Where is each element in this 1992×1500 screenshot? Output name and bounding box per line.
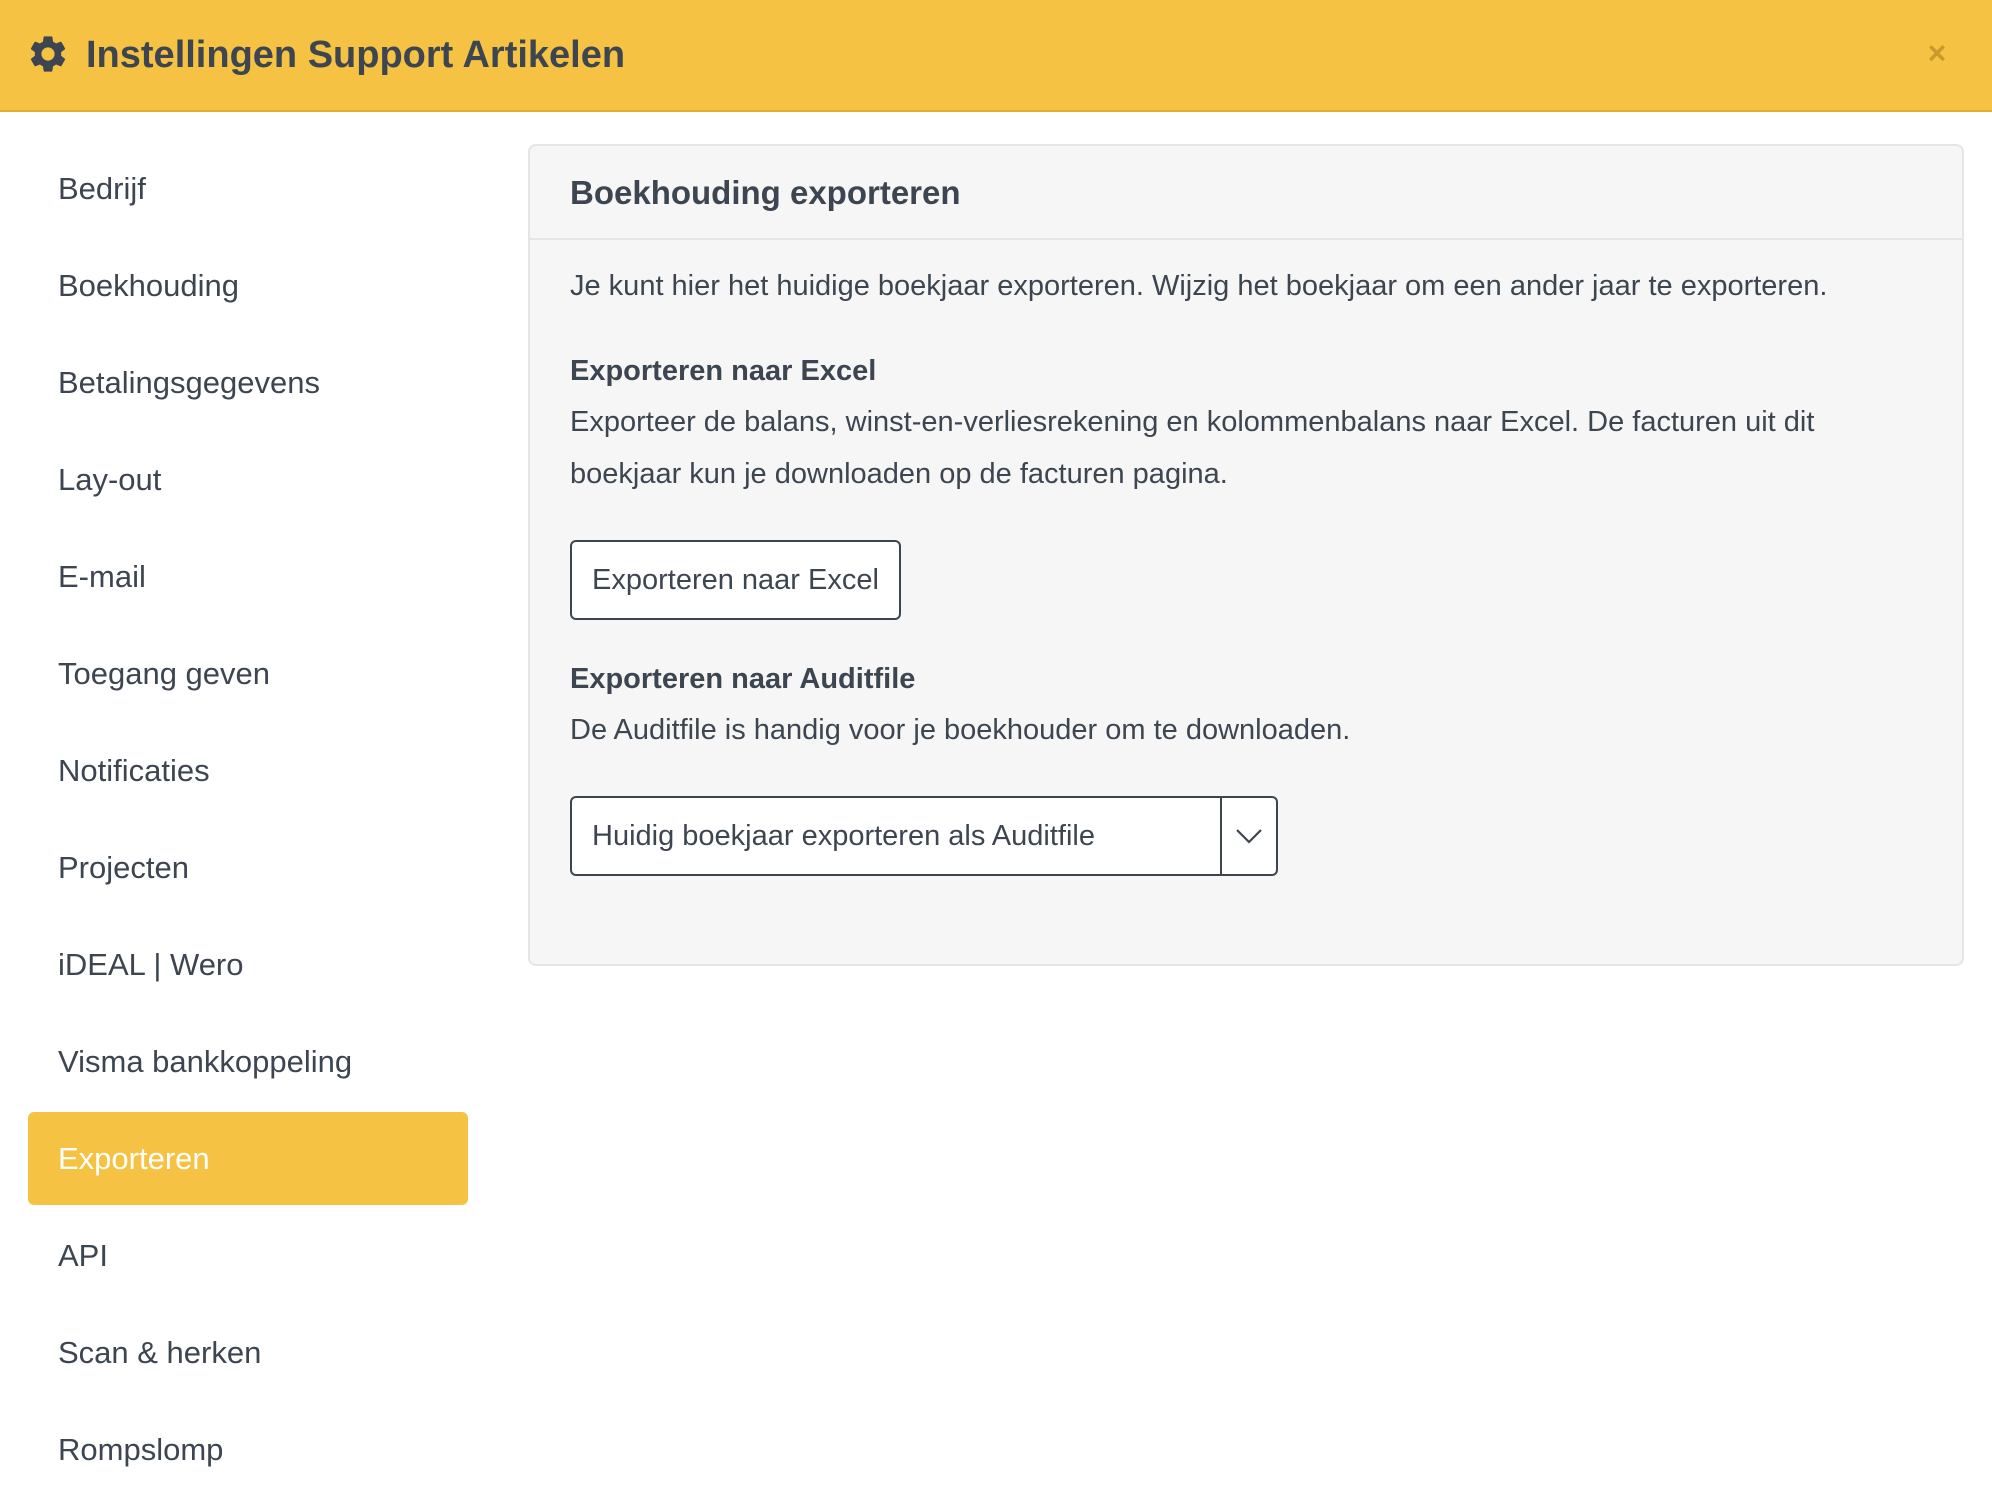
auditfile-description: De Auditfile is handig voor je boekhoude… <box>570 714 1351 746</box>
auditfile-split-button: Huidig boekjaar exporteren als Auditfile <box>570 796 1278 876</box>
sidebar-item-boekhouding[interactable]: Boekhouding <box>28 239 468 332</box>
close-icon[interactable]: × <box>1920 36 1954 70</box>
sidebar-item-exporteren[interactable]: Exporteren <box>28 1112 468 1205</box>
sidebar-item-ideal-wero[interactable]: iDEAL | Wero <box>28 918 468 1011</box>
sidebar-item-rompslomp[interactable]: Rompslomp <box>28 1403 468 1496</box>
panel-body: Je kunt hier het huidige boekjaar export… <box>530 240 1962 876</box>
export-panel: Boekhouding exporteren Je kunt hier het … <box>528 144 1964 966</box>
chevron-down-icon <box>1236 829 1262 844</box>
settings-sidebar: Bedrijf Boekhouding Betalingsgegevens La… <box>28 142 468 1500</box>
auditfile-heading: Exporteren naar Auditfile <box>570 663 916 695</box>
panel-header: Boekhouding exporteren <box>530 146 1962 240</box>
excel-description: Exporteer de balans, winst-en-verliesrek… <box>570 406 1815 490</box>
export-excel-button[interactable]: Exporteren naar Excel <box>570 540 901 620</box>
sidebar-item-lay-out[interactable]: Lay-out <box>28 433 468 526</box>
sidebar-item-projecten[interactable]: Projecten <box>28 821 468 914</box>
export-auditfile-button[interactable]: Huidig boekjaar exporteren als Auditfile <box>572 798 1220 874</box>
panel-title: Boekhouding exporteren <box>570 174 961 211</box>
sidebar-item-api[interactable]: API <box>28 1209 468 1302</box>
intro-text: Je kunt hier het huidige boekjaar export… <box>570 270 1828 302</box>
sidebar-item-notificaties[interactable]: Notificaties <box>28 724 468 817</box>
sidebar-item-e-mail[interactable]: E-mail <box>28 530 468 623</box>
sidebar-item-betalingsgegevens[interactable]: Betalingsgegevens <box>28 336 468 429</box>
gear-icon <box>30 36 66 72</box>
sidebar-item-scan-herken[interactable]: Scan & herken <box>28 1306 468 1399</box>
modal-title: Instellingen Support Artikelen <box>86 34 626 76</box>
app-header: Instellingen Support Artikelen × <box>0 0 1992 112</box>
auditfile-dropdown-toggle[interactable] <box>1220 798 1276 874</box>
sidebar-item-visma-bankkoppeling[interactable]: Visma bankkoppeling <box>28 1015 468 1108</box>
sidebar-item-bedrijf[interactable]: Bedrijf <box>28 142 468 235</box>
sidebar-item-toegang-geven[interactable]: Toegang geven <box>28 627 468 720</box>
excel-heading: Exporteren naar Excel <box>570 355 877 387</box>
